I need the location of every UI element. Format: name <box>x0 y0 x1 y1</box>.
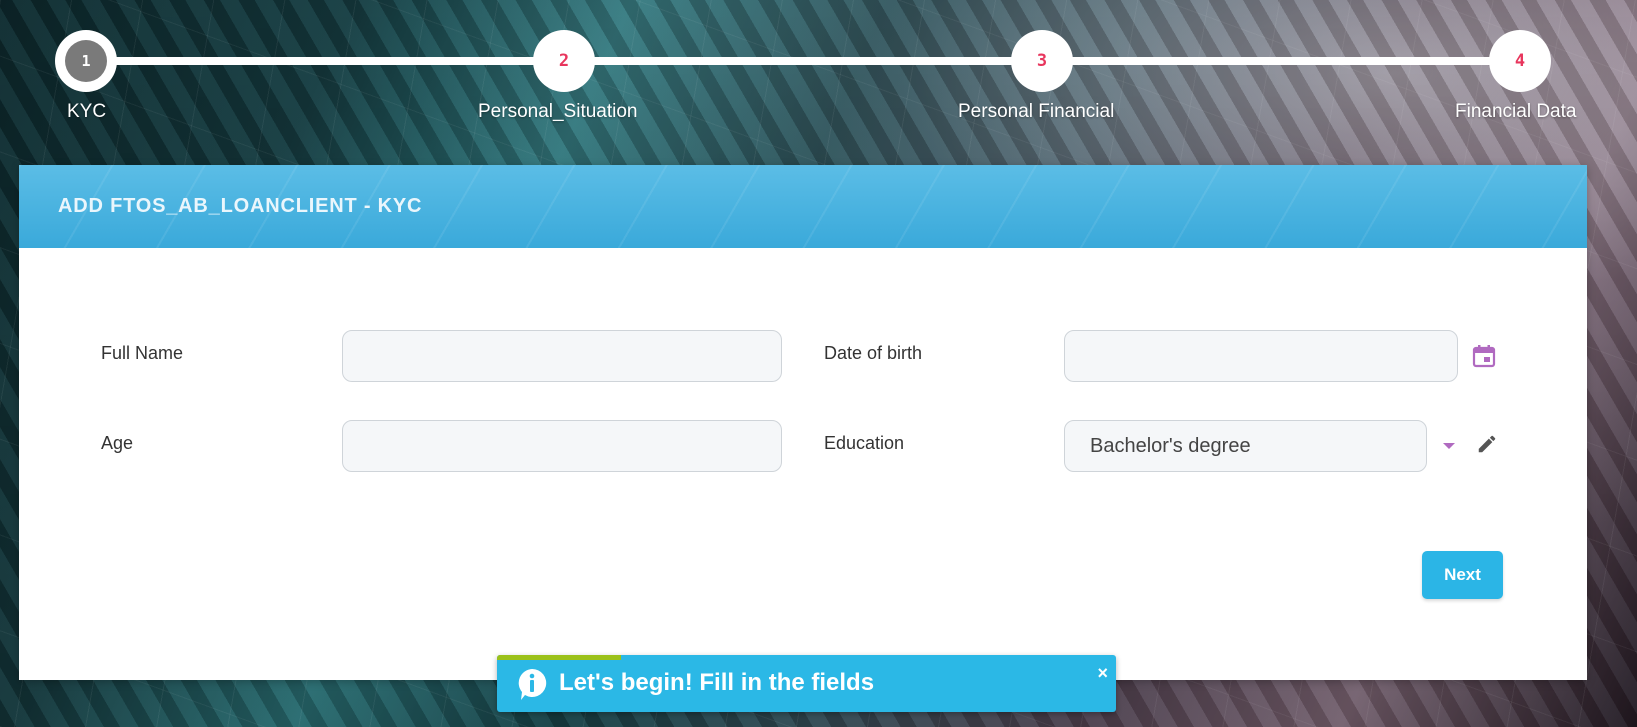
calendar-icon[interactable] <box>1469 342 1499 370</box>
toast-message: Let's begin! Fill in the fields <box>559 669 875 696</box>
stepper-track <box>86 57 1520 65</box>
step-1-label: KYC <box>67 101 107 122</box>
full-name-input[interactable] <box>342 330 782 382</box>
form-row-2: Age Education Bachelor's degree <box>19 420 1587 472</box>
step-4-label: Financial Data <box>1455 101 1577 122</box>
age-label: Age <box>101 433 134 453</box>
toast-close-button[interactable]: × <box>1097 664 1108 682</box>
education-select[interactable]: Bachelor's degree <box>1064 420 1427 472</box>
chevron-down-icon[interactable] <box>1439 434 1459 458</box>
step-3-circle[interactable]: 3 <box>1011 30 1073 92</box>
card-title: ADD FTOS_AB_LOANCLIENT - KYC <box>58 195 423 217</box>
date-of-birth-input[interactable] <box>1064 330 1458 382</box>
toast-notification: Let's begin! Fill in the fields × <box>497 655 1116 712</box>
date-of-birth-label: Date of birth <box>824 343 923 363</box>
step-2-label: Personal_Situation <box>478 101 638 122</box>
education-selected-value: Bachelor's degree <box>1090 434 1251 457</box>
toast-progress-bar <box>497 655 621 660</box>
kyc-form-card: ADD FTOS_AB_LOANCLIENT - KYC Full Name D… <box>19 165 1587 680</box>
step-2-circle[interactable]: 2 <box>533 30 595 92</box>
pencil-icon[interactable] <box>1474 431 1500 457</box>
age-input[interactable] <box>342 420 782 472</box>
step-4-circle[interactable]: 4 <box>1489 30 1551 92</box>
info-icon <box>516 667 548 701</box>
step-2-number: 2 <box>558 51 570 71</box>
step-3-number: 3 <box>1036 51 1048 71</box>
step-3-label: Personal Financial <box>958 101 1115 122</box>
wizard-stepper: 1 2 3 4 KYC Personal_Situation Personal … <box>0 0 1637 150</box>
education-label: Education <box>824 433 905 453</box>
step-4-number: 4 <box>1514 51 1526 71</box>
step-1-circle[interactable]: 1 <box>55 30 117 92</box>
step-1-inner: 1 <box>65 40 107 82</box>
form-row-1: Full Name Date of birth <box>19 330 1587 382</box>
card-header: ADD FTOS_AB_LOANCLIENT - KYC <box>19 165 1587 248</box>
next-button[interactable]: Next <box>1422 551 1503 599</box>
step-1-number: 1 <box>81 52 91 70</box>
full-name-label: Full Name <box>101 343 184 363</box>
